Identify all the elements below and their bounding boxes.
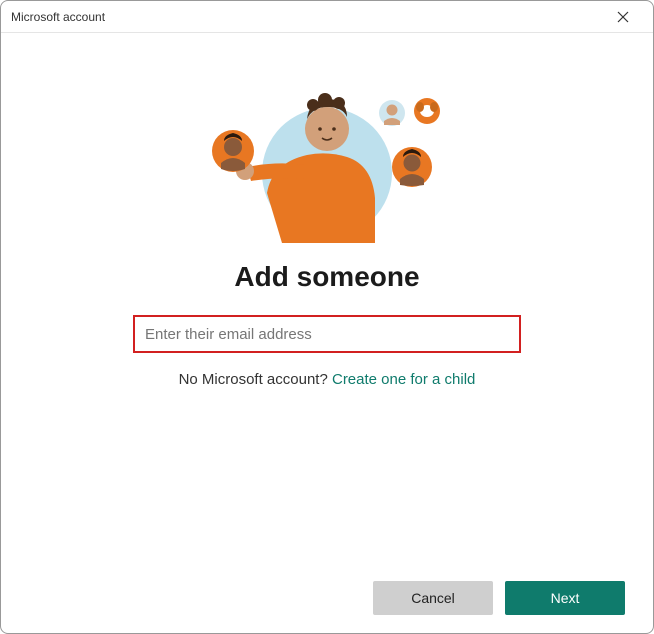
page-title: Add someone — [234, 261, 419, 293]
window-title: Microsoft account — [11, 10, 105, 24]
email-input-highlight — [133, 315, 521, 353]
illustration — [187, 83, 467, 243]
dialog-footer: Cancel Next — [1, 565, 653, 633]
dialog-content: Add someone No Microsoft account? Create… — [1, 33, 653, 565]
cancel-button[interactable]: Cancel — [373, 581, 493, 615]
next-button[interactable]: Next — [505, 581, 625, 615]
no-account-prefix: No Microsoft account? — [179, 371, 332, 388]
email-input[interactable] — [137, 319, 517, 349]
create-child-link[interactable]: Create one for a child — [332, 371, 475, 388]
no-account-text: No Microsoft account? Create one for a c… — [179, 371, 476, 388]
family-illustration-icon — [187, 83, 467, 243]
close-icon — [617, 11, 629, 23]
close-button[interactable] — [603, 3, 643, 31]
titlebar: Microsoft account — [1, 1, 653, 33]
dialog-window: Microsoft account — [0, 0, 654, 634]
